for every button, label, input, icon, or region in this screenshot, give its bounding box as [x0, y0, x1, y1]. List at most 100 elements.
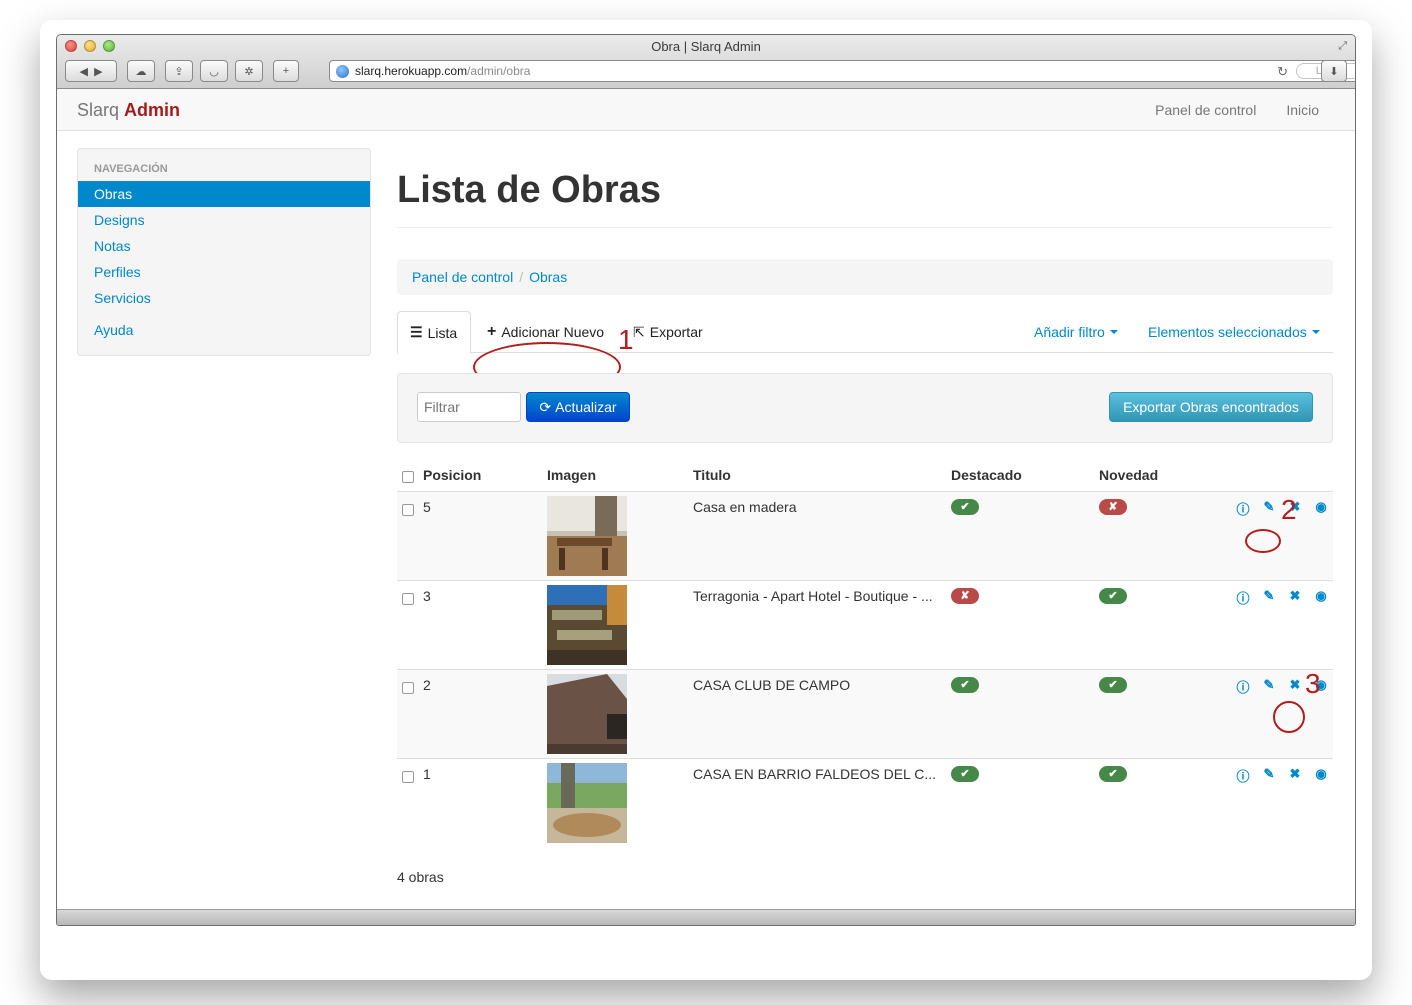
row-checkbox[interactable] — [402, 592, 414, 605]
table-row: 1 CASA EN BARRIO FALDEOS DEL C... ✔ ✔ ⓘ … — [397, 757, 1333, 847]
title-bar: Obra | Slarq Admin ⤢ ◀ ▶ ☁ ⇪ ◡ ✲ + slarq… — [57, 35, 1355, 89]
view-eye-icon[interactable]: ◉ — [1314, 766, 1328, 785]
delete-x-icon[interactable]: ✖ — [1288, 677, 1302, 696]
gear-icon: ✲ — [244, 65, 254, 78]
address-bar[interactable]: slarq.herokuapp.com /admin/obra ↻ Lector — [329, 60, 1355, 82]
row-thumbnail[interactable] — [547, 584, 627, 665]
column-header-titulo[interactable]: Titulo — [693, 467, 951, 491]
edit-pencil-icon[interactable]: ✎ — [1262, 677, 1276, 696]
url-host: slarq.herokuapp.com — [355, 64, 468, 78]
row-thumbnail[interactable] — [547, 762, 627, 843]
new-tab-button[interactable]: + — [273, 60, 299, 82]
pocket-icon: ◡ — [209, 65, 219, 78]
info-icon[interactable]: ⓘ — [1236, 766, 1250, 785]
icloud-button[interactable]: ☁ — [127, 60, 155, 82]
sidebar-item-obras[interactable]: Obras — [78, 181, 370, 207]
row-checkbox[interactable] — [402, 770, 414, 783]
browser-window: Obra | Slarq Admin ⤢ ◀ ▶ ☁ ⇪ ◡ ✲ + slarq… — [56, 34, 1356, 926]
filter-input[interactable] — [417, 392, 521, 422]
share-icon: ⇱ — [633, 323, 645, 340]
row-thumbnail[interactable] — [547, 495, 627, 576]
fullscreen-icon[interactable]: ⤢ — [1338, 40, 1347, 53]
export-found-button[interactable]: Exportar Obras encontrados — [1109, 392, 1313, 422]
sidebar-item-designs[interactable]: Designs — [78, 207, 370, 233]
new-check-badge: ✔ — [1099, 765, 1127, 782]
info-icon[interactable]: ⓘ — [1236, 588, 1250, 607]
breadcrumb-obras[interactable]: Obras — [529, 269, 567, 285]
annotation-number-1: 1 — [618, 324, 634, 355]
table-header: Posicion Imagen Titulo Destacado Novedad — [397, 467, 1333, 491]
brand-logo[interactable]: Slarq Admin — [77, 100, 180, 121]
globe-icon — [336, 64, 349, 78]
sidebar-item-ayuda[interactable]: Ayuda — [78, 317, 370, 343]
row-title: CASA EN BARRIO FALDEOS DEL C... — [693, 765, 936, 782]
view-eye-icon[interactable]: ◉ — [1314, 588, 1328, 607]
title-divider — [397, 227, 1333, 228]
row-thumbnail[interactable] — [547, 673, 627, 754]
edit-pencil-icon[interactable]: ✎ — [1262, 766, 1276, 785]
breadcrumb-separator: / — [519, 269, 524, 285]
column-header-novedad[interactable]: Novedad — [1099, 467, 1229, 491]
add-filter-dropdown[interactable]: Añadir filtro — [1034, 311, 1118, 353]
share-button[interactable]: ⇪ — [165, 60, 193, 82]
sidebar-item-notas[interactable]: Notas — [78, 233, 370, 259]
breadcrumb-dashboard[interactable]: Panel de control — [412, 269, 513, 285]
brand-name: Slarq — [77, 100, 120, 120]
back-arrow-icon[interactable]: ◀ — [79, 65, 87, 78]
select-all-checkbox[interactable] — [402, 471, 414, 483]
breadcrumb: Panel de control / Obras — [397, 259, 1333, 295]
navbar-links: Panel de control Inicio — [1155, 102, 1319, 118]
page-title: Lista de Obras — [397, 169, 661, 211]
plus-icon: + — [282, 65, 290, 77]
download-icon: ⬇ — [1329, 65, 1339, 78]
window-bottom-bar — [57, 909, 1355, 925]
add-filter-label: Añadir filtro — [1034, 324, 1105, 340]
downloads-button[interactable]: ⬇ — [1321, 60, 1347, 82]
top-navbar: Slarq Admin Panel de control Inicio — [57, 89, 1355, 131]
sidebar-item-perfiles[interactable]: Perfiles — [78, 259, 370, 285]
tab-export[interactable]: ⇱ Exportar — [633, 311, 703, 353]
row-position: 2 — [423, 676, 431, 693]
row-position: 3 — [423, 587, 431, 604]
table-row: 2 CASA CLUB DE CAMPO ✔ ✔ ⓘ ✎ ✖ ◉ — [397, 668, 1333, 758]
tab-export-label: Exportar — [649, 324, 703, 340]
nav-link-dashboard[interactable]: Panel de control — [1155, 102, 1256, 118]
view-eye-icon[interactable]: ◉ — [1314, 499, 1328, 518]
selected-items-label: Elementos seleccionados — [1148, 324, 1307, 340]
filter-panel: ⟳ Actualizar Exportar Obras encontrados — [397, 373, 1333, 443]
info-icon[interactable]: ⓘ — [1236, 677, 1250, 696]
extension-button[interactable]: ✲ — [235, 60, 263, 82]
new-cross-badge: ✘ — [1099, 498, 1127, 515]
forward-arrow-icon[interactable]: ▶ — [94, 65, 102, 78]
sidebar-item-servicios[interactable]: Servicios — [78, 285, 370, 311]
info-icon[interactable]: ⓘ — [1236, 499, 1250, 518]
annotation-number-3: 3 — [1305, 668, 1321, 699]
featured-check-badge: ✔ — [951, 765, 979, 782]
edit-pencil-icon[interactable]: ✎ — [1262, 499, 1276, 518]
row-checkbox[interactable] — [402, 681, 414, 694]
pocket-button[interactable]: ◡ — [200, 60, 228, 82]
nav-link-home[interactable]: Inicio — [1286, 102, 1319, 118]
delete-x-icon[interactable]: ✖ — [1288, 766, 1302, 785]
refresh-button[interactable]: ⟳ Actualizar — [526, 392, 630, 422]
tab-list[interactable]: ☰ Lista — [397, 311, 471, 354]
column-header-posicion[interactable]: Posicion — [423, 467, 547, 491]
selected-items-dropdown[interactable]: Elementos seleccionados — [1148, 311, 1320, 353]
brand-admin: Admin — [124, 100, 181, 120]
sidebar-header: NAVEGACIÓN — [94, 163, 168, 175]
share-icon: ⇪ — [174, 65, 184, 78]
edit-pencil-icon[interactable]: ✎ — [1262, 588, 1276, 607]
back-forward-button[interactable]: ◀ ▶ — [65, 60, 117, 82]
row-title: Casa en madera — [693, 498, 797, 515]
annotation-ellipse-3 — [1273, 701, 1305, 733]
tab-list-label: Lista — [427, 324, 458, 341]
tab-add-new-label: Adicionar Nuevo — [501, 324, 605, 340]
featured-check-badge: ✔ — [951, 676, 979, 693]
caret-down-icon — [1109, 330, 1118, 334]
select-all-cell — [397, 467, 423, 491]
delete-x-icon[interactable]: ✖ — [1288, 588, 1302, 607]
reload-icon[interactable]: ↻ — [1277, 64, 1288, 80]
row-checkbox[interactable] — [402, 503, 414, 516]
refresh-icon: ⟳ — [539, 398, 552, 415]
column-header-destacado[interactable]: Destacado — [951, 467, 1099, 491]
